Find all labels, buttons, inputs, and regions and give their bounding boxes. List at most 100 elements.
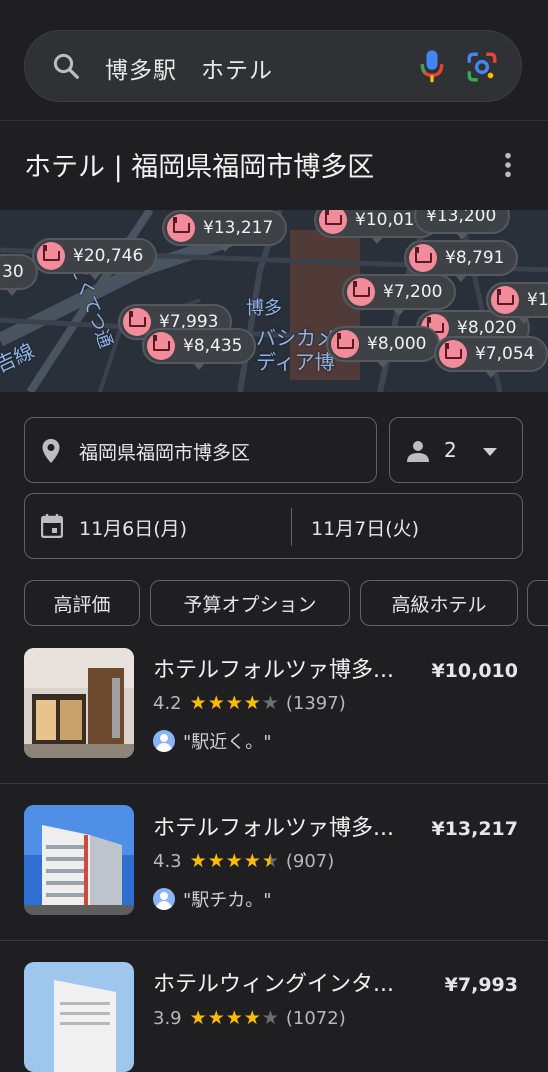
pin-price: ¥1 — [527, 290, 548, 310]
hotel-map[interactable]: 吉線 こくてつ通 博多 バシカメ ディア博 ¥13,217 ¥10,010 ¥1… — [0, 210, 548, 392]
divider — [0, 940, 548, 941]
bed-icon — [167, 214, 195, 242]
hotel-rating: 4.2 ★ ★ ★ ★ ★ (1397) — [153, 693, 346, 714]
star-rating: ★ ★ ★ ★ ★ — [190, 852, 280, 871]
dropdown-arrow-icon — [483, 448, 497, 456]
review-count: (1397) — [285, 693, 346, 714]
bed-icon — [319, 210, 347, 234]
hotel-photo[interactable] — [24, 805, 134, 915]
map-price-pin[interactable]: ¥7,200 — [342, 274, 457, 316]
hotel-photo[interactable] — [24, 962, 134, 1072]
pin-price: ¥20,746 — [73, 246, 144, 266]
status-bar — [0, 0, 548, 14]
pin-price: ¥8,000 — [367, 334, 427, 354]
checkin-date[interactable]: 11月6日(月) — [79, 514, 187, 541]
hotel-rating: 4.3 ★ ★ ★ ★ ★ (907) — [153, 851, 334, 872]
hotel-name[interactable]: ホテルウィングインタ... — [153, 966, 415, 998]
review-count: (1072) — [285, 1008, 346, 1029]
review-count: (907) — [285, 851, 335, 872]
star-icon: ★ — [261, 692, 279, 714]
star-icon: ★ — [189, 692, 207, 714]
bed-icon — [347, 278, 375, 306]
hotel-name[interactable]: ホテルフォルツァ博多... — [153, 810, 415, 842]
star-icon: ★ — [261, 1007, 279, 1029]
hotel-photo[interactable] — [24, 648, 134, 758]
star-rating: ★ ★ ★ ★ ★ — [190, 1009, 280, 1028]
person-icon — [407, 441, 429, 462]
pin-price: ¥13,217 — [203, 218, 274, 238]
star-icon: ★ — [189, 1007, 207, 1029]
hotel-photo-image — [24, 805, 134, 915]
map-label-area2: ディア博 — [256, 350, 335, 374]
star-icon: ★ — [189, 850, 207, 872]
bed-icon — [409, 244, 437, 272]
rating-value: 4.2 — [153, 693, 182, 714]
pin-price: 30 — [2, 262, 24, 282]
pin-price: ¥8,020 — [457, 318, 517, 338]
map-price-pin[interactable]: ¥8,000 — [326, 326, 441, 368]
bed-icon — [439, 340, 467, 368]
map-label-station: 博多 — [246, 298, 282, 319]
bed-icon — [331, 330, 359, 358]
map-price-pin[interactable]: 30 — [0, 254, 38, 296]
search-icon[interactable] — [51, 51, 81, 81]
hotel-photo-image — [24, 648, 134, 758]
pin-price: ¥13,200 — [426, 210, 497, 226]
divider — [0, 783, 548, 784]
star-icon: ★ — [207, 1007, 225, 1029]
map-price-pin[interactable]: ¥8,791 — [404, 240, 519, 282]
lens-camera-icon[interactable] — [465, 50, 499, 84]
star-icon: ★ — [261, 850, 279, 872]
checkout-date[interactable]: 11月7日(火) — [311, 514, 419, 541]
map-price-pin[interactable]: ¥13,217 — [162, 210, 288, 252]
bed-icon — [147, 332, 175, 360]
date-divider — [291, 508, 292, 546]
guests-count: 2 — [444, 438, 457, 462]
microphone-icon[interactable] — [417, 49, 447, 85]
map-price-pin[interactable]: ¥13,200 — [414, 210, 511, 240]
map-price-pin[interactable]: ¥7,054 — [434, 336, 548, 378]
rating-value: 4.3 — [153, 851, 182, 872]
hotel-price[interactable]: ¥13,217 — [431, 818, 518, 840]
location-pin-icon — [42, 439, 60, 463]
date-range-field[interactable]: 11月6日(月) 11月7日(火) — [24, 493, 523, 559]
bed-icon — [37, 242, 65, 270]
rating-value: 3.9 — [153, 1008, 182, 1029]
hotel-name[interactable]: ホテルフォルツァ博多... — [153, 652, 415, 684]
map-price-pin[interactable]: ¥8,435 — [142, 328, 257, 370]
review-text: "駅チカ。" — [183, 890, 272, 911]
hotel-photo-image — [24, 962, 134, 1072]
calendar-icon — [41, 514, 63, 538]
avatar-icon — [153, 730, 175, 752]
results-header: ホテル | 福岡県福岡市博多区 — [0, 120, 548, 211]
star-rating: ★ ★ ★ ★ ★ — [190, 694, 280, 713]
star-icon: ★ — [225, 692, 243, 714]
pin-price: ¥8,791 — [445, 248, 505, 268]
pin-price: ¥7,054 — [475, 344, 535, 364]
review-text: "駅近く。" — [183, 732, 272, 753]
pin-price: ¥7,200 — [383, 282, 443, 302]
review-snippet: "駅近く。" — [153, 728, 272, 754]
map-price-pin[interactable]: ¥1 — [486, 282, 548, 324]
chip-more[interactable] — [527, 580, 548, 626]
pin-price: ¥8,435 — [183, 336, 243, 356]
chip-luxury-hotels[interactable]: 高級ホテル — [360, 580, 518, 626]
page-title: ホテル | 福岡県福岡市博多区 — [24, 152, 375, 183]
search-query[interactable]: 博多駅 ホテル — [105, 51, 273, 85]
star-icon: ★ — [243, 692, 261, 714]
more-options-icon[interactable] — [500, 151, 516, 179]
avatar-icon — [153, 888, 175, 910]
chip-budget-options[interactable]: 予算オプション — [150, 580, 350, 626]
search-bar[interactable]: 博多駅 ホテル — [24, 30, 522, 102]
hotel-price[interactable]: ¥7,993 — [445, 974, 518, 996]
guests-selector[interactable]: 2 — [389, 417, 523, 483]
star-icon: ★ — [207, 692, 225, 714]
location-field[interactable]: 福岡県福岡市博多区 — [24, 417, 377, 483]
map-price-pin[interactable]: ¥20,746 — [32, 238, 158, 280]
chip-top-rated[interactable]: 高評価 — [24, 580, 140, 626]
star-icon: ★ — [225, 850, 243, 872]
review-snippet: "駅チカ。" — [153, 886, 272, 912]
hotel-price[interactable]: ¥10,010 — [431, 660, 518, 682]
location-value: 福岡県福岡市博多区 — [79, 442, 251, 464]
star-icon: ★ — [207, 850, 225, 872]
